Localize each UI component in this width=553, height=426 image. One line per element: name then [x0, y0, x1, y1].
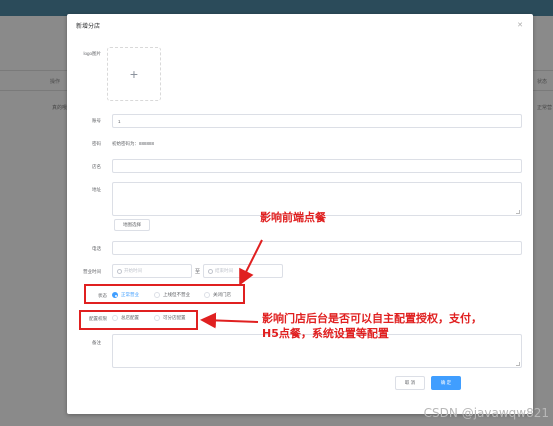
close-icon[interactable]: ✕	[517, 21, 523, 29]
dialog-title: 新增分店	[76, 24, 101, 30]
store-name-input[interactable]	[112, 159, 522, 173]
end-time-input[interactable]: 结束时间	[203, 264, 283, 278]
csdn-watermark: CSDN @javawqw821	[423, 406, 549, 420]
store-name-label: 店名	[92, 164, 101, 169]
table-cell-status: 正常营	[537, 105, 553, 111]
table-cell-name: 真的哦	[52, 105, 68, 111]
resize-handle-icon[interactable]	[516, 362, 520, 366]
resize-handle-icon[interactable]	[516, 210, 520, 214]
status-highlight-box	[84, 284, 245, 304]
config-annotation: 影响门店后台是否可以自主配置授权，支付，H5点餐，系统设置等配置	[262, 312, 482, 340]
table-header-status: 状态	[537, 79, 548, 85]
config-highlight-box	[79, 310, 198, 330]
plus-icon: +	[129, 66, 139, 82]
status-annotation: 影响前端点餐	[260, 211, 326, 224]
logo-label: logo图片	[83, 51, 101, 56]
logo-upload[interactable]: +	[107, 47, 161, 101]
table-header-action: 操作	[50, 79, 61, 85]
clock-icon	[208, 268, 213, 274]
cancel-button[interactable]: 取 消	[395, 376, 425, 390]
start-time-placeholder: 开始时间	[124, 268, 142, 273]
clock-icon	[117, 268, 122, 274]
account-input[interactable]: 1	[112, 114, 522, 128]
account-label: 账号	[92, 118, 101, 123]
address-label: 地址	[92, 187, 101, 192]
start-time-input[interactable]: 开始时间	[112, 264, 192, 278]
password-hint: 初始密码为：888888	[112, 141, 155, 146]
remark-label: 备注	[92, 340, 101, 345]
phone-input[interactable]	[112, 241, 522, 255]
confirm-button[interactable]: 确 定	[431, 376, 461, 390]
password-label: 密码	[92, 141, 101, 146]
business-hours-label: 营业时间	[83, 269, 101, 274]
end-time-placeholder: 结束时间	[215, 268, 233, 273]
phone-label: 电话	[92, 246, 101, 251]
map-select-button[interactable]: 地图选择	[114, 219, 150, 231]
time-separator: 至	[195, 269, 201, 275]
